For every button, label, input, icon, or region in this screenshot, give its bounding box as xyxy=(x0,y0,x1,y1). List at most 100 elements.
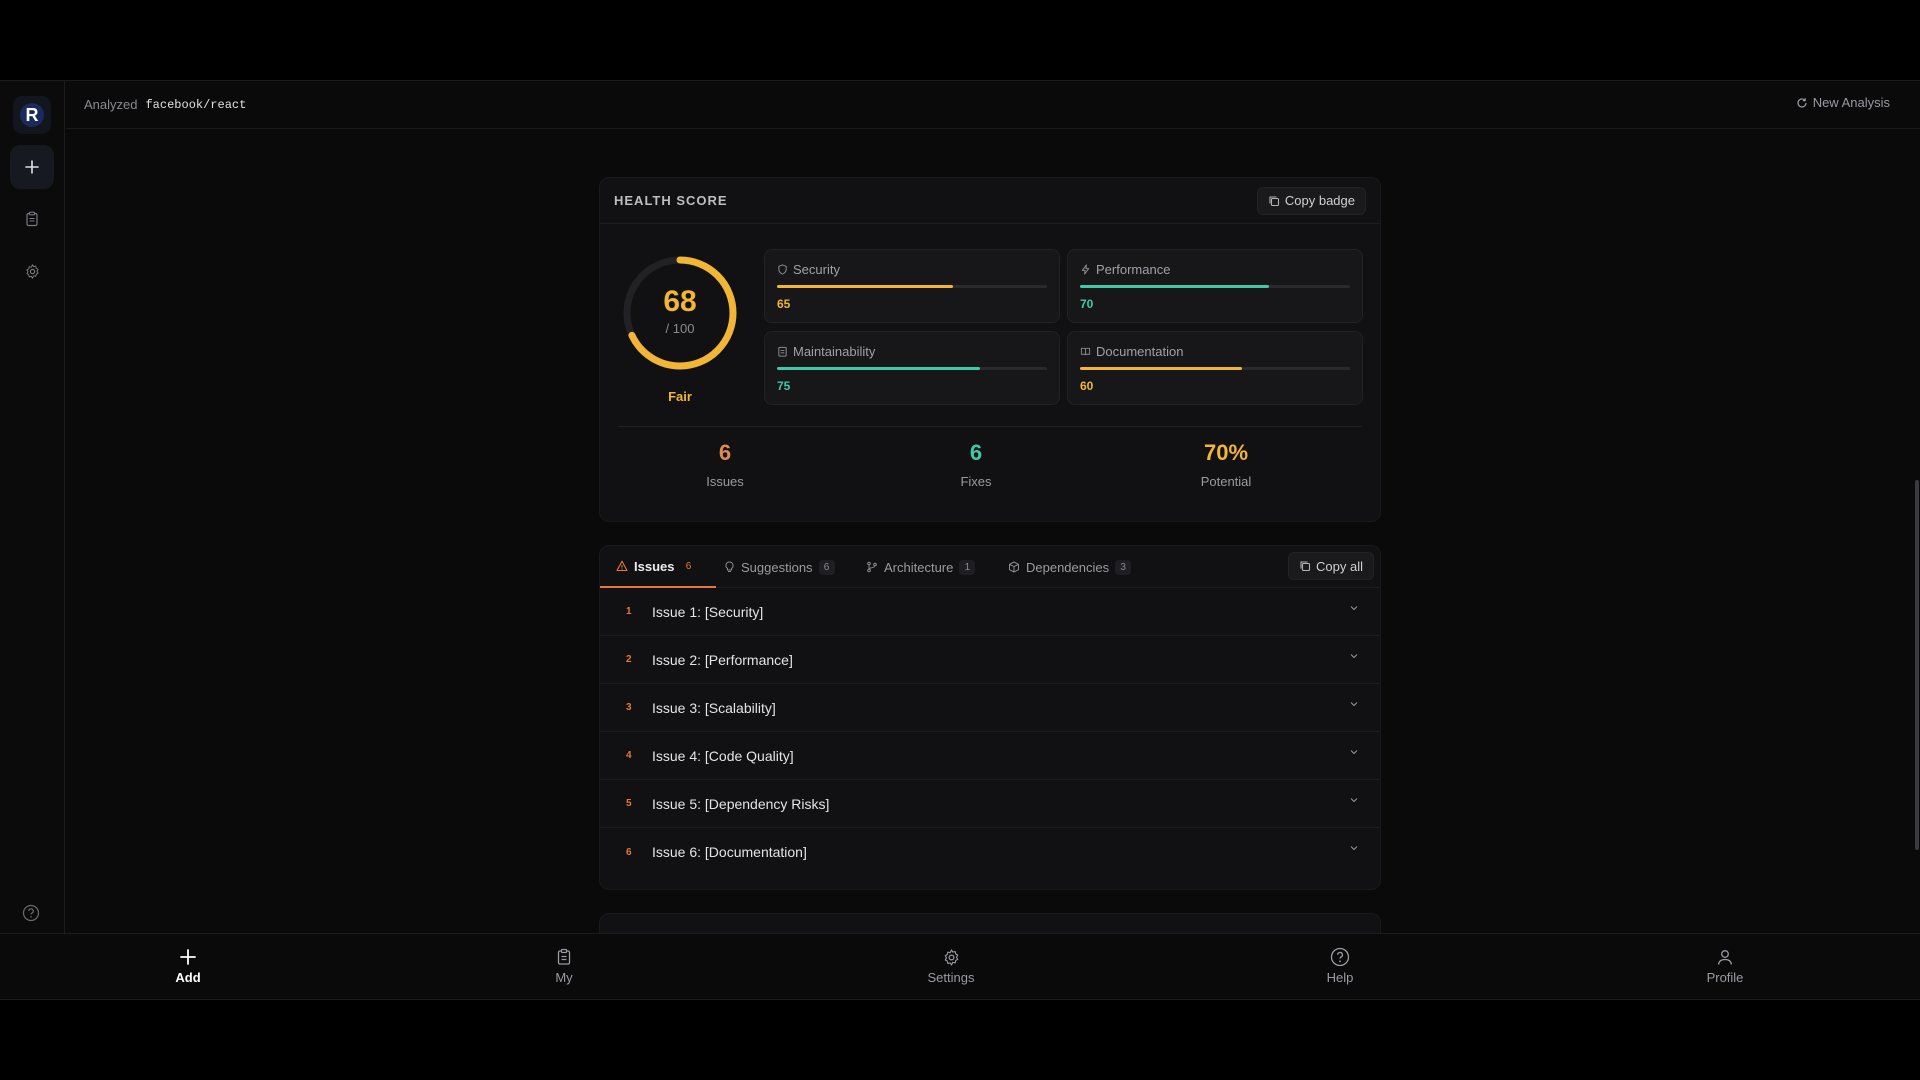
issue-title: Issue 2: [Performance] xyxy=(652,651,793,668)
tab-dependencies[interactable]: Dependencies 3 xyxy=(1008,546,1132,588)
sidebar-my-button[interactable] xyxy=(10,197,54,241)
issues-card: Issues 6 Suggestions 6 Architecture 1 De… xyxy=(599,545,1381,890)
nav-label: My xyxy=(555,970,573,985)
copy-badge-button[interactable]: Copy badge xyxy=(1256,186,1366,215)
issue-number: 5 xyxy=(626,798,632,809)
issue-row[interactable]: 3 Issue 3: [Scalability] xyxy=(600,684,1380,732)
nav-my[interactable]: My xyxy=(504,946,624,985)
copy-all-button[interactable]: Copy all xyxy=(1288,552,1374,580)
metric-value: 75 xyxy=(777,379,791,393)
help-icon xyxy=(22,904,40,922)
new-analysis-label: New Analysis xyxy=(1812,95,1890,110)
issue-row[interactable]: 1 Issue 1: [Security] xyxy=(600,588,1380,636)
top-bar: Analyzed facebook/react New Analysis xyxy=(66,81,1920,129)
tab-suggestions[interactable]: Suggestions 6 xyxy=(724,546,835,588)
issue-number: 2 xyxy=(626,654,632,665)
book-icon xyxy=(1080,347,1091,356)
issue-number: 4 xyxy=(626,750,632,761)
metric-value: 65 xyxy=(777,297,791,311)
tab-count: 3 xyxy=(1115,559,1132,575)
issue-row[interactable]: 2 Issue 2: [Performance] xyxy=(600,636,1380,684)
nav-profile[interactable]: Profile xyxy=(1665,946,1785,985)
sidebar-settings-button[interactable] xyxy=(10,249,54,293)
tab-label: Architecture xyxy=(884,559,954,575)
nav-add[interactable]: Add xyxy=(128,946,248,985)
clipboard-icon xyxy=(26,211,38,227)
sidebar: R xyxy=(0,81,65,933)
metric-bar xyxy=(1080,285,1269,288)
chevron-down-icon xyxy=(1350,654,1358,659)
nav-label: Add xyxy=(175,970,201,985)
repo-name: facebook/react xyxy=(145,97,247,112)
app-logo[interactable]: R xyxy=(13,96,51,134)
branch-icon xyxy=(867,561,877,573)
tab-label: Issues xyxy=(634,558,675,574)
package-icon xyxy=(1009,561,1019,573)
divider xyxy=(618,426,1362,427)
lightbulb-icon xyxy=(725,561,734,572)
copy-icon xyxy=(1300,561,1311,572)
help-icon xyxy=(1330,947,1350,967)
health-score-title: HEALTH SCORE xyxy=(614,193,728,208)
metric-value: 70 xyxy=(1080,297,1094,311)
nav-settings[interactable]: Settings xyxy=(891,946,1011,985)
copy-all-label: Copy all xyxy=(1316,558,1363,574)
issue-title: Issue 6: [Documentation] xyxy=(652,844,807,860)
stat-value: 6 xyxy=(969,440,983,465)
sidebar-add-button[interactable] xyxy=(10,145,54,189)
chevron-down-icon xyxy=(1350,606,1358,611)
refresh-icon xyxy=(1797,97,1807,108)
scrollbar[interactable] xyxy=(1914,130,1920,933)
warning-icon xyxy=(616,560,628,572)
nav-help[interactable]: Help xyxy=(1280,946,1400,985)
tab-label: Dependencies xyxy=(1026,559,1110,575)
issue-row[interactable]: 5 Issue 5: [Dependency Risks] xyxy=(600,780,1380,828)
bolt-icon xyxy=(1081,264,1090,275)
issue-title: Issue 5: [Dependency Risks] xyxy=(652,795,830,812)
issue-title: Issue 3: [Scalability] xyxy=(652,699,776,716)
issue-title: Issue 1: [Security] xyxy=(652,603,764,620)
score-grade: Fair xyxy=(668,389,692,404)
stat-value: 6 xyxy=(718,440,732,465)
metric-value: 60 xyxy=(1080,379,1094,393)
logo-r-icon: R xyxy=(20,103,44,127)
svg-text:R: R xyxy=(26,105,39,125)
metric-label: Performance xyxy=(1096,262,1171,277)
metric-label: Security xyxy=(793,262,840,277)
metric-bar xyxy=(777,285,953,288)
plus-icon xyxy=(180,949,196,965)
nav-label: Help xyxy=(1326,970,1354,985)
stat-label: Fixes xyxy=(960,474,992,489)
plus-icon xyxy=(25,160,39,174)
score-max: / 100 xyxy=(665,321,695,336)
issue-row[interactable]: 6 Issue 6: [Documentation] xyxy=(600,828,1380,876)
chevron-down-icon xyxy=(1350,750,1358,755)
gear-icon xyxy=(25,263,39,279)
scrollbar-thumb[interactable] xyxy=(1915,480,1919,850)
metric-label: Documentation xyxy=(1096,344,1184,359)
stat-fixes: 6 Fixes xyxy=(876,440,1076,489)
sidebar-help-button[interactable] xyxy=(22,904,40,927)
tab-architecture[interactable]: Architecture 1 xyxy=(866,546,976,588)
chevron-down-icon xyxy=(1350,798,1358,803)
tab-issues[interactable]: Issues 6 xyxy=(600,546,717,588)
new-analysis-button[interactable]: New Analysis xyxy=(1796,95,1890,110)
nav-label: Profile xyxy=(1706,970,1744,985)
metric-label: Maintainability xyxy=(793,344,876,359)
metric-bar xyxy=(777,367,980,370)
tab-count: 6 xyxy=(685,560,692,572)
issue-title: Issue 4: [Code Quality] xyxy=(652,747,794,764)
issue-number: 3 xyxy=(626,702,632,713)
stat-potential: 70% Potential xyxy=(1126,440,1326,489)
metric-documentation: Documentation 60 xyxy=(1067,331,1363,405)
tab-count: 6 xyxy=(818,559,835,575)
clipboard-icon xyxy=(557,948,571,965)
tab-label: Suggestions xyxy=(741,559,813,575)
metric-performance: Performance 70 xyxy=(1067,249,1363,323)
copy-icon xyxy=(1269,195,1279,206)
issue-row[interactable]: 4 Issue 4: [Code Quality] xyxy=(600,732,1380,780)
stat-label: Issues xyxy=(706,474,744,489)
chevron-down-icon xyxy=(1350,846,1358,851)
tab-count: 1 xyxy=(959,559,976,575)
bottom-nav: Add My Settings Help Profile xyxy=(0,933,1920,999)
